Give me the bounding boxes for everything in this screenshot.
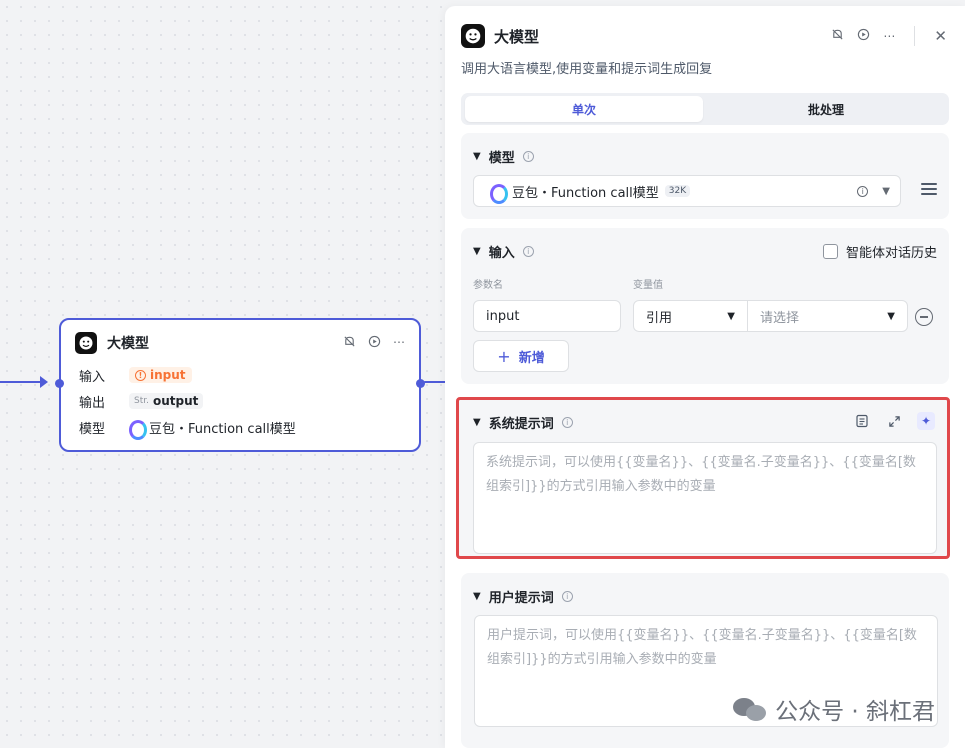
prompt-library-icon[interactable] — [853, 412, 871, 430]
chat-history-toggle[interactable]: 智能体对话历史 — [822, 242, 937, 261]
run-icon[interactable] — [368, 335, 381, 351]
close-icon[interactable]: ✕ — [934, 27, 947, 45]
node-config-panel: 大模型 ⋯ ✕ 调用大语言模型,使用变量和提示词生成回复 单次 批处理 ▼ 模型… — [445, 6, 965, 748]
variable-select[interactable]: 请选择 ▼ — [747, 300, 908, 332]
model-section: ▼ 模型 i 豆包・Function call模型 32K i ▼ — [461, 133, 949, 219]
node-model-row: 模型 豆包・Function call模型 — [79, 414, 419, 440]
run-icon[interactable] — [857, 28, 870, 44]
llm-logo-icon — [75, 332, 97, 354]
more-icon[interactable]: ⋯ — [883, 29, 895, 43]
chevron-down-icon[interactable]: ▼ — [473, 591, 481, 602]
system-prompt-title: 系统提示词 — [488, 417, 554, 432]
user-prompt-placeholder: 用户提示词，可以使用{{变量名}}、{{变量名.子变量名}}、{{变量名[数组索… — [487, 628, 917, 667]
bell-off-icon[interactable] — [343, 335, 356, 351]
plus-icon: + — [497, 346, 511, 366]
panel-title: 大模型 — [494, 27, 540, 46]
chevron-down-icon[interactable]: ▼ — [473, 417, 481, 428]
node-input-port[interactable] — [55, 379, 64, 388]
node-input-label: 输入 — [79, 369, 106, 385]
toolbar-divider — [914, 26, 916, 46]
tab-batch[interactable]: 批处理 — [707, 96, 945, 122]
input-section: ▼ 输入 i 智能体对话历史 参数名 变量值 input 引用 ▼ 请选择 ▼ … — [461, 228, 949, 384]
add-param-button[interactable]: + 新增 — [473, 340, 569, 372]
wechat-icon — [733, 696, 767, 722]
bell-off-icon[interactable] — [831, 28, 844, 44]
chevron-down-icon[interactable]: ▼ — [882, 186, 890, 197]
param-name-value: input — [486, 308, 520, 324]
user-prompt-title: 用户提示词 — [488, 591, 554, 606]
node-output-row: 输出 Str. output — [79, 388, 419, 414]
info-icon[interactable]: i — [561, 591, 573, 602]
model-select[interactable]: 豆包・Function call模型 32K i ▼ — [473, 175, 901, 207]
context-size-badge: 32K — [664, 185, 691, 197]
ai-optimize-icon[interactable]: ✦ — [917, 412, 935, 430]
doubao-logo-icon — [490, 183, 508, 204]
info-icon[interactable]: i — [522, 246, 534, 257]
llm-logo-icon — [461, 24, 485, 48]
panel-description: 调用大语言模型,使用变量和提示词生成回复 — [461, 62, 713, 77]
run-mode-tabs: 单次 批处理 — [461, 93, 949, 125]
chevron-down-icon[interactable]: ▼ — [473, 246, 481, 257]
more-icon[interactable]: ⋯ — [393, 335, 405, 351]
tab-single[interactable]: 单次 — [465, 96, 703, 122]
chevron-down-icon: ▼ — [887, 310, 895, 322]
node-output-label: 输出 — [79, 395, 106, 411]
output-type: Str. — [134, 396, 149, 406]
add-param-label: 新增 — [518, 350, 545, 366]
ref-type-value: 引用 — [646, 310, 673, 326]
input-tag: ! input — [129, 367, 192, 383]
param-name-column-label: 参数名 — [473, 280, 503, 291]
input-tag-text: input — [150, 368, 186, 382]
system-prompt-section: ▼ 系统提示词 i ✦ 系统提示词，可以使用{{变量名}}、{{变量名.子变量名… — [456, 397, 950, 559]
llm-node-card[interactable]: 大模型 ⋯ 输入 ! input 输出 Str. output 模型 豆包・Func… — [55, 318, 425, 452]
input-section-title: 输入 — [488, 246, 515, 261]
model-section-title: 模型 — [488, 151, 515, 166]
info-icon[interactable]: i — [561, 417, 573, 428]
chevron-down-icon: ▼ — [727, 310, 735, 322]
node-input-row: 输入 ! input — [79, 362, 419, 388]
system-prompt-input[interactable]: 系统提示词，可以使用{{变量名}}、{{变量名.子变量名}}、{{变量名[数组索… — [473, 442, 937, 554]
expand-icon[interactable] — [885, 412, 903, 430]
warning-icon: ! — [135, 369, 146, 381]
param-name-input[interactable]: input — [473, 300, 621, 332]
remove-param-icon[interactable] — [915, 308, 933, 326]
doubao-logo-icon — [129, 419, 147, 440]
node-title: 大模型 — [107, 336, 149, 352]
chat-history-checkbox[interactable] — [822, 244, 838, 259]
ref-type-select[interactable]: 引用 ▼ — [633, 300, 748, 332]
model-select-value: 豆包・Function call模型 — [512, 185, 659, 201]
chat-history-label: 智能体对话历史 — [845, 246, 937, 261]
watermark-text: 公众号 · 斜杠君 — [775, 699, 935, 725]
node-model-value: 豆包・Function call模型 — [149, 421, 296, 437]
output-tag: Str. output — [129, 393, 204, 409]
system-prompt-placeholder: 系统提示词，可以使用{{变量名}}、{{变量名.子变量名}}、{{变量名[数组索… — [486, 455, 916, 494]
output-tag-text: output — [152, 394, 199, 408]
param-value-column-label: 变量值 — [633, 280, 663, 291]
watermark: 公众号 · 斜杠君 — [733, 692, 935, 726]
variable-select-placeholder: 请选择 — [760, 310, 800, 326]
node-output-port[interactable] — [416, 379, 425, 388]
info-icon[interactable]: i — [857, 185, 869, 197]
model-settings-icon[interactable] — [921, 183, 937, 197]
info-icon[interactable]: i — [522, 151, 534, 162]
incoming-edge-arrow — [40, 376, 48, 388]
chevron-down-icon[interactable]: ▼ — [473, 151, 481, 162]
node-model-label: 模型 — [79, 421, 106, 437]
